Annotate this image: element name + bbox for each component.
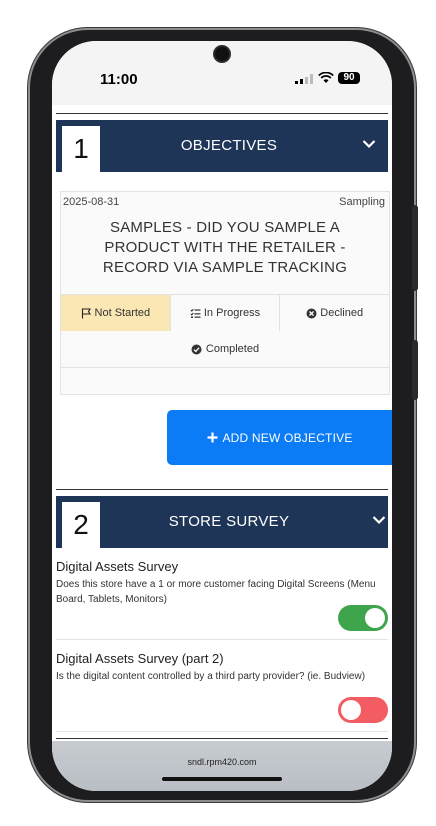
circle-x-icon xyxy=(306,308,317,318)
camera-icon xyxy=(215,47,229,61)
cellular-signal-icon xyxy=(295,74,313,84)
survey-toggle[interactable] xyxy=(338,605,388,631)
section-rule xyxy=(56,738,388,739)
circle-check-icon xyxy=(191,344,202,354)
chevron-down-icon[interactable] xyxy=(362,139,376,149)
survey-toggle[interactable] xyxy=(338,697,388,723)
status-time: 11:00 xyxy=(100,71,138,88)
flag-icon xyxy=(81,307,91,318)
chevron-down-icon[interactable] xyxy=(372,515,386,525)
section-rule xyxy=(56,489,388,490)
battery-indicator: 90 xyxy=(338,72,360,84)
status-label: Not Started xyxy=(94,307,151,319)
home-indicator[interactable] xyxy=(162,777,282,781)
objective-date: 2025-08-31 xyxy=(63,196,120,208)
status-completed-button[interactable]: Completed xyxy=(61,331,389,368)
status-not-started-button[interactable]: Not Started xyxy=(61,295,171,331)
survey-question: Is the digital content controlled by a t… xyxy=(56,671,366,682)
survey-question: Does this store have a 1 or more custome… xyxy=(56,579,376,605)
section-title: OBJECTIVES xyxy=(180,137,278,154)
status-declined-button[interactable]: Declined xyxy=(280,295,390,331)
screen: 11:00 90 1 OBJECTIVES 2025-08-31 Samplin… xyxy=(52,41,392,791)
wifi-icon xyxy=(318,72,334,83)
objectives-header[interactable]: 1 OBJECTIVES xyxy=(56,120,388,172)
section-number: 2 xyxy=(62,502,100,548)
divider xyxy=(56,731,388,732)
status-in-progress-button[interactable]: In Progress xyxy=(170,295,281,331)
power-button xyxy=(412,205,418,291)
task-list-icon xyxy=(190,308,201,318)
toggle-knob xyxy=(365,608,385,628)
add-new-objective-button[interactable]: ADD NEW OBJECTIVE xyxy=(167,410,392,465)
store-survey-header[interactable]: 2 STORE SURVEY xyxy=(56,496,388,548)
add-button-label: ADD NEW OBJECTIVE xyxy=(222,430,353,445)
objective-card[interactable]: 2025-08-31 Sampling SAMPLES - DID YOU SA… xyxy=(60,191,390,395)
objective-title: SAMPLES - DID YOU SAMPLE A PRODUCT WITH … xyxy=(102,219,348,276)
plus-icon xyxy=(207,432,218,443)
divider xyxy=(56,639,388,640)
status-label: Declined xyxy=(320,307,364,319)
browser-address-bar[interactable]: sndl.rpm420.com xyxy=(52,741,392,791)
url-text: sndl.rpm420.com xyxy=(187,757,257,767)
section-rule xyxy=(56,113,388,114)
objective-type: Sampling xyxy=(339,196,385,208)
status-label: Completed xyxy=(205,343,260,355)
side-button xyxy=(412,340,418,400)
section-number: 1 xyxy=(62,126,100,172)
survey-title: Digital Assets Survey xyxy=(56,559,179,574)
section-title: STORE SURVEY xyxy=(168,513,290,530)
survey-title: Digital Assets Survey (part 2) xyxy=(56,651,224,666)
toggle-knob xyxy=(341,700,361,720)
status-label: In Progress xyxy=(203,307,261,319)
status-options: Not Started In Progress Declined xyxy=(61,294,390,332)
